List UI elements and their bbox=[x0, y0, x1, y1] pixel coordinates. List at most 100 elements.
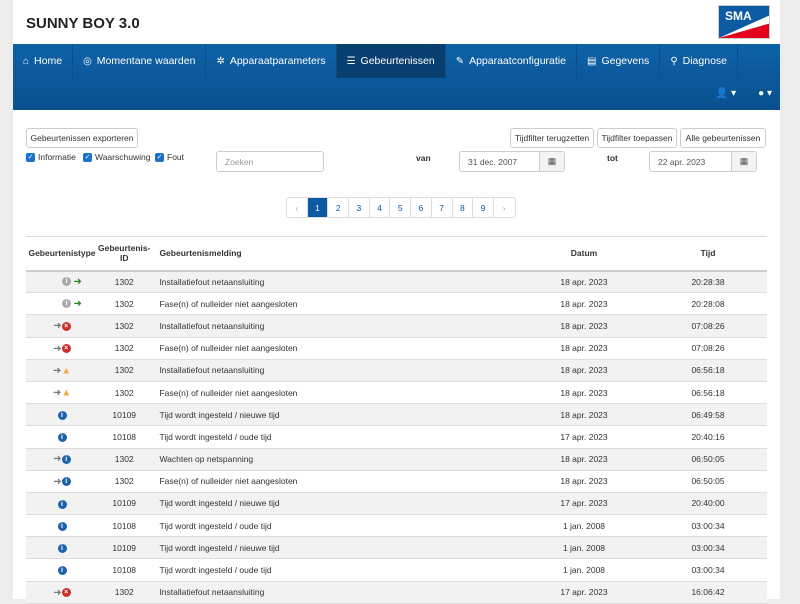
table-row: i 10109 Tijd wordt ingesteld / nieuwe ti… bbox=[26, 536, 767, 560]
nav-item-apparaatparameters[interactable]: ✲ Apparaatparameters bbox=[206, 44, 337, 78]
info-icon: i bbox=[62, 299, 72, 309]
nav-label: Home bbox=[34, 55, 63, 67]
event-date: 18 apr. 2023 bbox=[519, 470, 649, 493]
event-type-cell: ➜ i bbox=[26, 470, 98, 493]
event-id: 1302 bbox=[98, 359, 151, 382]
page-button[interactable]: 2 bbox=[328, 198, 350, 217]
event-message: Fase(n) of nulleider niet aangesloten bbox=[150, 292, 519, 316]
nav-item-home[interactable]: ⌂ Home bbox=[13, 44, 74, 78]
search-input[interactable]: Zoeken bbox=[216, 151, 324, 172]
event-time: 06:49:58 bbox=[649, 403, 767, 427]
table-row: i 10109 Tijd wordt ingesteld / nieuwe ti… bbox=[26, 492, 767, 516]
table-row: ➜ × 1302 Installatiefout netaansluiting 1… bbox=[26, 314, 767, 338]
event-type-cell: ➜ i bbox=[26, 448, 98, 471]
help-menu[interactable]: ● ▾ bbox=[758, 88, 772, 99]
arrow-right-icon: ➜ bbox=[53, 342, 62, 354]
page-button[interactable]: 6 bbox=[411, 198, 432, 217]
event-id: 10108 bbox=[98, 558, 151, 582]
event-type-cell: i bbox=[26, 536, 98, 560]
error-checkbox[interactable]: ✓ Fout bbox=[155, 152, 184, 162]
page-button[interactable]: 8 bbox=[453, 198, 474, 217]
event-id: 1302 bbox=[98, 270, 151, 294]
event-id: 1302 bbox=[98, 581, 151, 604]
event-time: 20:28:38 bbox=[649, 270, 767, 294]
col-time[interactable]: Tijd bbox=[649, 236, 767, 272]
col-message[interactable]: Gebeurtenismelding bbox=[150, 236, 519, 272]
col-type[interactable]: Gebeurtenistype bbox=[26, 236, 98, 272]
event-time: 16:06:42 bbox=[649, 581, 767, 604]
event-type-cell: i bbox=[26, 514, 98, 538]
event-date: 18 apr. 2023 bbox=[519, 337, 649, 360]
event-date: 18 apr. 2023 bbox=[519, 403, 649, 427]
page-button[interactable]: 9 bbox=[473, 198, 494, 217]
event-type-cell: i bbox=[26, 425, 98, 449]
nav-label: Diagnose bbox=[682, 55, 728, 67]
prev-page-button[interactable]: ‹ bbox=[287, 198, 308, 217]
col-date[interactable]: Datum bbox=[519, 236, 649, 272]
warning-icon: ▲ bbox=[61, 364, 72, 376]
event-date: 18 apr. 2023 bbox=[519, 359, 649, 382]
reset-time-filter-button[interactable]: Tijdfilter terugzetten bbox=[510, 128, 594, 148]
search-icon: ⚲ bbox=[670, 55, 678, 67]
event-time: 06:56:18 bbox=[649, 381, 767, 405]
event-id: 10109 bbox=[98, 492, 151, 516]
event-date: 18 apr. 2023 bbox=[519, 314, 649, 338]
event-date: 18 apr. 2023 bbox=[519, 448, 649, 471]
nav-item-diagnose[interactable]: ⚲ Diagnose bbox=[660, 44, 739, 78]
nav-item-momentane-waarden[interactable]: ◎ Momentane waarden bbox=[73, 44, 207, 78]
table-row: ➜ i 1302 Wachten op netspanning 18 apr. 2… bbox=[26, 448, 767, 471]
calendar-icon[interactable]: ▦ bbox=[539, 152, 564, 171]
nav-label: Apparaatparameters bbox=[229, 55, 326, 67]
table-row: ➜▲ 1302 Fase(n) of nulleider niet aanges… bbox=[26, 381, 767, 405]
event-time: 03:00:34 bbox=[649, 558, 767, 582]
event-type-cell: ➜ × bbox=[26, 314, 98, 338]
apply-time-filter-button[interactable]: Tijdfilter toepassen bbox=[597, 128, 677, 148]
export-button[interactable]: Gebeurtenissen exporteren bbox=[26, 128, 138, 148]
event-time: 20:40:00 bbox=[649, 492, 767, 516]
all-events-button[interactable]: Alle gebeurtenissen bbox=[680, 128, 766, 148]
calendar-icon[interactable]: ▦ bbox=[731, 152, 756, 171]
event-date: 17 apr. 2023 bbox=[519, 492, 649, 516]
page-button[interactable]: 1 bbox=[307, 198, 329, 217]
warning-icon: ▲ bbox=[61, 387, 72, 399]
info-icon: i bbox=[57, 543, 67, 553]
page-button[interactable]: 3 bbox=[349, 198, 370, 217]
page-button[interactable]: 7 bbox=[432, 198, 453, 217]
event-message: Installatiefout netaansluiting bbox=[150, 270, 519, 294]
event-type-cell: i bbox=[26, 558, 98, 582]
info-icon: i bbox=[57, 566, 67, 576]
to-label: tot bbox=[607, 153, 618, 163]
nav-item-apparaatconfiguratie[interactable]: ✎ Apparaatconfiguratie bbox=[446, 44, 577, 78]
event-message: Tijd wordt ingesteld / oude tijd bbox=[150, 425, 519, 449]
to-date-field[interactable]: 22 apr. 2023 ▦ bbox=[649, 151, 757, 172]
from-date-field[interactable]: 31 dec. 2007 ▦ bbox=[459, 151, 565, 172]
info-icon: i bbox=[61, 476, 71, 486]
col-id[interactable]: Gebeurtenis-ID bbox=[98, 236, 151, 272]
event-date: 17 apr. 2023 bbox=[519, 425, 649, 449]
event-id: 10109 bbox=[98, 403, 151, 427]
event-message: Fase(n) of nulleider niet aangesloten bbox=[150, 337, 519, 360]
next-page-button[interactable]: › bbox=[494, 198, 515, 217]
event-message: Tijd wordt ingesteld / oude tijd bbox=[150, 558, 519, 582]
nav-item-gegevens[interactable]: ▤ Gegevens bbox=[577, 44, 661, 78]
nav-item-gebeurtenissen[interactable]: ☰ Gebeurtenissen bbox=[336, 44, 446, 78]
main-nav: ⌂ Home ◎ Momentane waarden ✲ Apparaatparamete… bbox=[13, 44, 780, 110]
gear-icon: ✲ bbox=[216, 55, 225, 67]
wrench-icon: ✎ bbox=[455, 55, 465, 67]
warning-checkbox[interactable]: ✓ Waarschuwing bbox=[83, 152, 150, 162]
event-message: Fase(n) of nulleider niet aangesloten bbox=[150, 381, 519, 405]
table-row: ➜ × 1302 Fase(n) of nulleider niet aanges… bbox=[26, 337, 767, 360]
home-icon: ⌂ bbox=[23, 55, 30, 67]
error-icon: × bbox=[61, 587, 71, 597]
event-id: 10108 bbox=[98, 514, 151, 538]
event-type-cell: ➜▲ bbox=[26, 381, 98, 405]
event-time: 03:00:34 bbox=[649, 536, 767, 560]
event-message: Tijd wordt ingesteld / oude tijd bbox=[150, 514, 519, 538]
list-icon: ☰ bbox=[346, 55, 356, 67]
page-button[interactable]: 5 bbox=[390, 198, 412, 217]
event-date: 1 jan. 2008 bbox=[519, 536, 649, 560]
info-checkbox[interactable]: ✓ Informatie bbox=[26, 152, 76, 162]
user-menu[interactable]: 👤 ▾ bbox=[716, 88, 736, 99]
page-button[interactable]: 4 bbox=[370, 198, 391, 217]
arrow-right-icon: ➜ bbox=[52, 387, 62, 399]
